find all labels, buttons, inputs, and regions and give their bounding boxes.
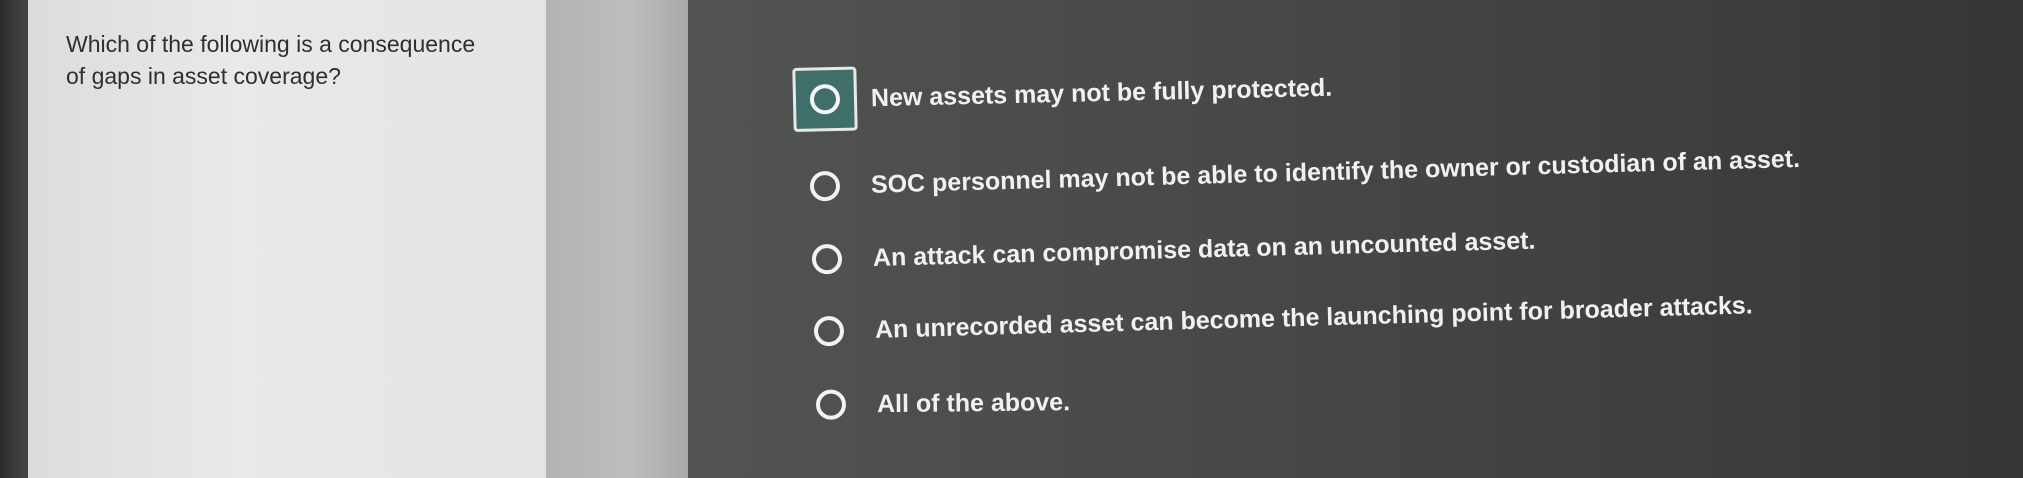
radio-button[interactable] [813,315,845,347]
radio-wrap[interactable] [792,153,858,219]
radio-wrap[interactable] [799,372,864,437]
radio-wrap[interactable] [796,298,862,364]
question-line-2: of gaps in asset coverage? [66,63,341,89]
radio-button[interactable] [809,170,841,202]
radio-button[interactable] [811,243,843,275]
answer-option-label: All of the above. [876,387,1071,418]
answer-option-label: An unrecorded asset can become the launc… [874,290,1753,344]
question-panel: Which of the following is a consequence … [28,0,546,478]
question-text: Which of the following is a consequence … [66,28,536,92]
radio-focus-frame[interactable] [792,66,858,132]
answer-option-label: New assets may not be fully protected. [870,73,1333,112]
question-line-1: Which of the following is a consequence [66,31,476,57]
answer-option-label: An attack can compromise data on an unco… [872,226,1536,272]
radio-button[interactable] [815,389,847,420]
radio-button-selected[interactable] [809,83,841,115]
radio-wrap[interactable] [794,226,860,292]
panel-divider [546,0,688,478]
answer-option-label: SOC personnel may not be able to identif… [870,144,1801,199]
answer-option-5[interactable]: All of the above. [799,370,1071,437]
answer-option-1[interactable]: New assets may not be fully protected. [792,56,1333,132]
